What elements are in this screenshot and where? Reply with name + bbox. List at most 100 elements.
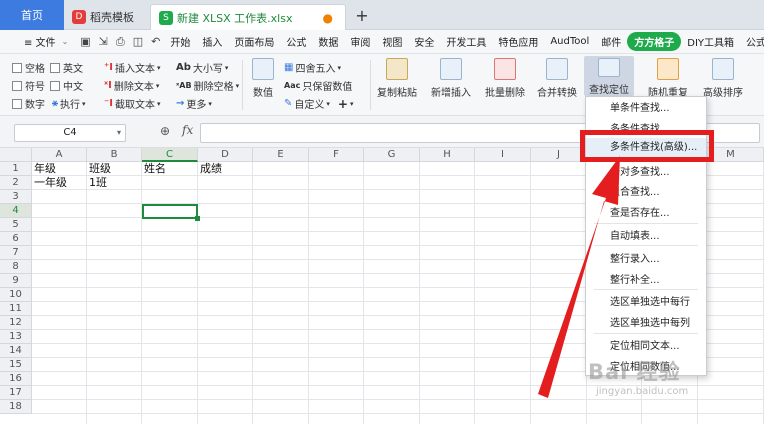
dropdown-item-11[interactable]: 选区单独选中每列 [586,314,706,334]
cell-c1[interactable]: 姓名 [142,162,198,176]
row-header-13[interactable]: 13 [0,330,32,344]
menu-file[interactable]: ≡ 文件 [18,34,62,49]
case-button[interactable]: Ab 大小写 ▾ [176,60,228,75]
check-chinese[interactable]: 中文 [50,78,83,93]
new-tab-button[interactable]: + [352,5,372,25]
more-button[interactable]: → 更多 ▾ [176,96,212,111]
insert-text-button[interactable]: ⁺I 插入文本 ▾ [104,60,161,75]
tab-workbook[interactable]: S 新建 XLSX 工作表.xlsx ● [150,4,346,30]
menu-formula[interactable]: 公式 [280,34,312,49]
row-header-1[interactable]: 1 [0,162,32,176]
row-header-11[interactable]: 11 [0,302,32,316]
column-header-g[interactable]: G [364,148,420,162]
find-locate-button[interactable]: 查找定位 [584,56,634,96]
random-repeat-button[interactable]: 随机重复 [642,58,694,99]
menu-audtool[interactable]: AudTool [544,36,595,47]
column-header-i[interactable]: I [475,148,531,162]
row-header-9[interactable]: 9 [0,274,32,288]
zoom-icon[interactable]: ⊕ [160,124,170,138]
column-header-f[interactable]: F [309,148,364,162]
check-symbol[interactable]: 符号 [12,78,45,93]
round-button[interactable]: ▦ 四舍五入 ▾ [284,60,341,75]
column-header-a[interactable]: A [32,148,87,162]
dropdown-item-10[interactable]: 选区单独选中每行 [586,293,706,313]
remove-spaces-button[interactable]: ˣAB 删除空格 ▾ [176,78,239,93]
copy-paste-button[interactable]: 复制粘贴 [374,58,420,99]
delete-text-button[interactable]: ˣI 删除文本 ▾ [104,78,159,93]
extract-text-button[interactable]: ⁻I 截取文本 ▾ [104,96,161,111]
execute-button[interactable]: ⚹ 执行 ▾ [52,96,86,111]
menu-features[interactable]: 特色应用 [492,34,544,49]
cell-b1[interactable]: 班级 [87,162,142,176]
dropdown-item-9[interactable]: 整行补全... [586,271,706,291]
column-header-e[interactable]: E [253,148,309,162]
row-header-8[interactable]: 8 [0,260,32,274]
check-number[interactable]: 数字 [12,96,45,111]
menu-diy-toolbox[interactable]: DIY工具箱 [681,34,740,49]
column-header-j[interactable]: J [531,148,587,162]
menu-security[interactable]: 安全 [408,34,440,49]
dropdown-item-8[interactable]: 整行录入... [586,250,706,270]
row-header-4[interactable]: 4 [0,204,32,218]
dropdown-item-4[interactable]: 一对多查找... [586,163,706,183]
row-header-12[interactable]: 12 [0,316,32,330]
batch-delete-button[interactable]: 批量删除 [480,58,530,99]
numeric-button[interactable]: 数值 [248,58,278,99]
menu-data[interactable]: 数据 [312,34,344,49]
row-header-17[interactable]: 17 [0,386,32,400]
row-header-15[interactable]: 15 [0,358,32,372]
column-header-c[interactable]: C [142,148,198,162]
selected-cell[interactable] [142,204,198,219]
row-header-18[interactable]: 18 [0,400,32,414]
row-header-3[interactable]: 3 [0,190,32,204]
check-space[interactable]: 空格 [12,60,45,75]
merge-convert-label: 合并转换 [537,88,577,99]
menu-start[interactable]: 开始 [164,34,196,49]
fill-handle[interactable] [195,216,200,221]
cell-a2[interactable]: 一年级 [32,176,87,190]
cell-d1[interactable]: 成绩 [198,162,253,176]
row-header-6[interactable]: 6 [0,232,32,246]
row-header-16[interactable]: 16 [0,372,32,386]
name-box[interactable]: C4 ▾ [14,124,126,142]
custom-button[interactable]: ✎ 自定义 ▾ + ▾ [284,96,353,112]
row-header-10[interactable]: 10 [0,288,32,302]
dropdown-item-1[interactable]: 单条件查找... [586,99,706,119]
export-icon[interactable]: ⇲ [99,35,108,49]
dropdown-item-12[interactable]: 定位相同文本... [586,337,706,357]
fx-icon[interactable]: fx [182,123,193,137]
advanced-sort-button[interactable]: 高级排序 [698,58,748,99]
keep-values-button[interactable]: Aac 只保留数值 [284,78,352,93]
menu-review[interactable]: 审阅 [344,34,376,49]
row-header-5[interactable]: 5 [0,218,32,232]
menu-developer[interactable]: 开发工具 [440,34,492,49]
check-english[interactable]: 英文 [50,60,83,75]
new-insert-button[interactable]: 新增插入 [426,58,476,99]
cell-a1[interactable]: 年级 [32,162,87,176]
menu-view[interactable]: 视图 [376,34,408,49]
menu-ffcell[interactable]: 方方格子 [627,32,682,51]
dropdown-item-7[interactable]: 自动填表... [586,227,706,247]
column-header-d[interactable]: D [198,148,253,162]
menu-formula-wizard[interactable]: 公式向 [740,34,764,49]
menu-mail[interactable]: 邮件 [595,34,627,49]
row-header-7[interactable]: 7 [0,246,32,260]
cell-b2[interactable]: 1班 [87,176,142,190]
tab-template[interactable]: D 稻壳模板 [64,4,148,30]
print-icon[interactable]: ⎙ [116,35,125,49]
print-preview-icon[interactable]: ◫ [133,35,143,49]
merge-convert-button[interactable]: 合并转换 [532,58,582,99]
select-all-corner[interactable] [0,148,32,162]
undo-icon[interactable]: ↶ [151,35,160,49]
column-header-h[interactable]: H [420,148,475,162]
dropdown-item-6[interactable]: 查是否存在... [586,204,706,224]
row-header-2[interactable]: 2 [0,176,32,190]
menu-insert[interactable]: 插入 [196,34,228,49]
tab-home[interactable]: 首页 [0,0,64,30]
row-header-14[interactable]: 14 [0,344,32,358]
save-icon[interactable]: ▣ [80,35,90,49]
column-header-b[interactable]: B [87,148,142,162]
menu-page-layout[interactable]: 页面布局 [228,34,280,49]
add-button[interactable]: + [338,97,348,111]
dropdown-item-5[interactable]: 组合查找... [586,183,706,203]
